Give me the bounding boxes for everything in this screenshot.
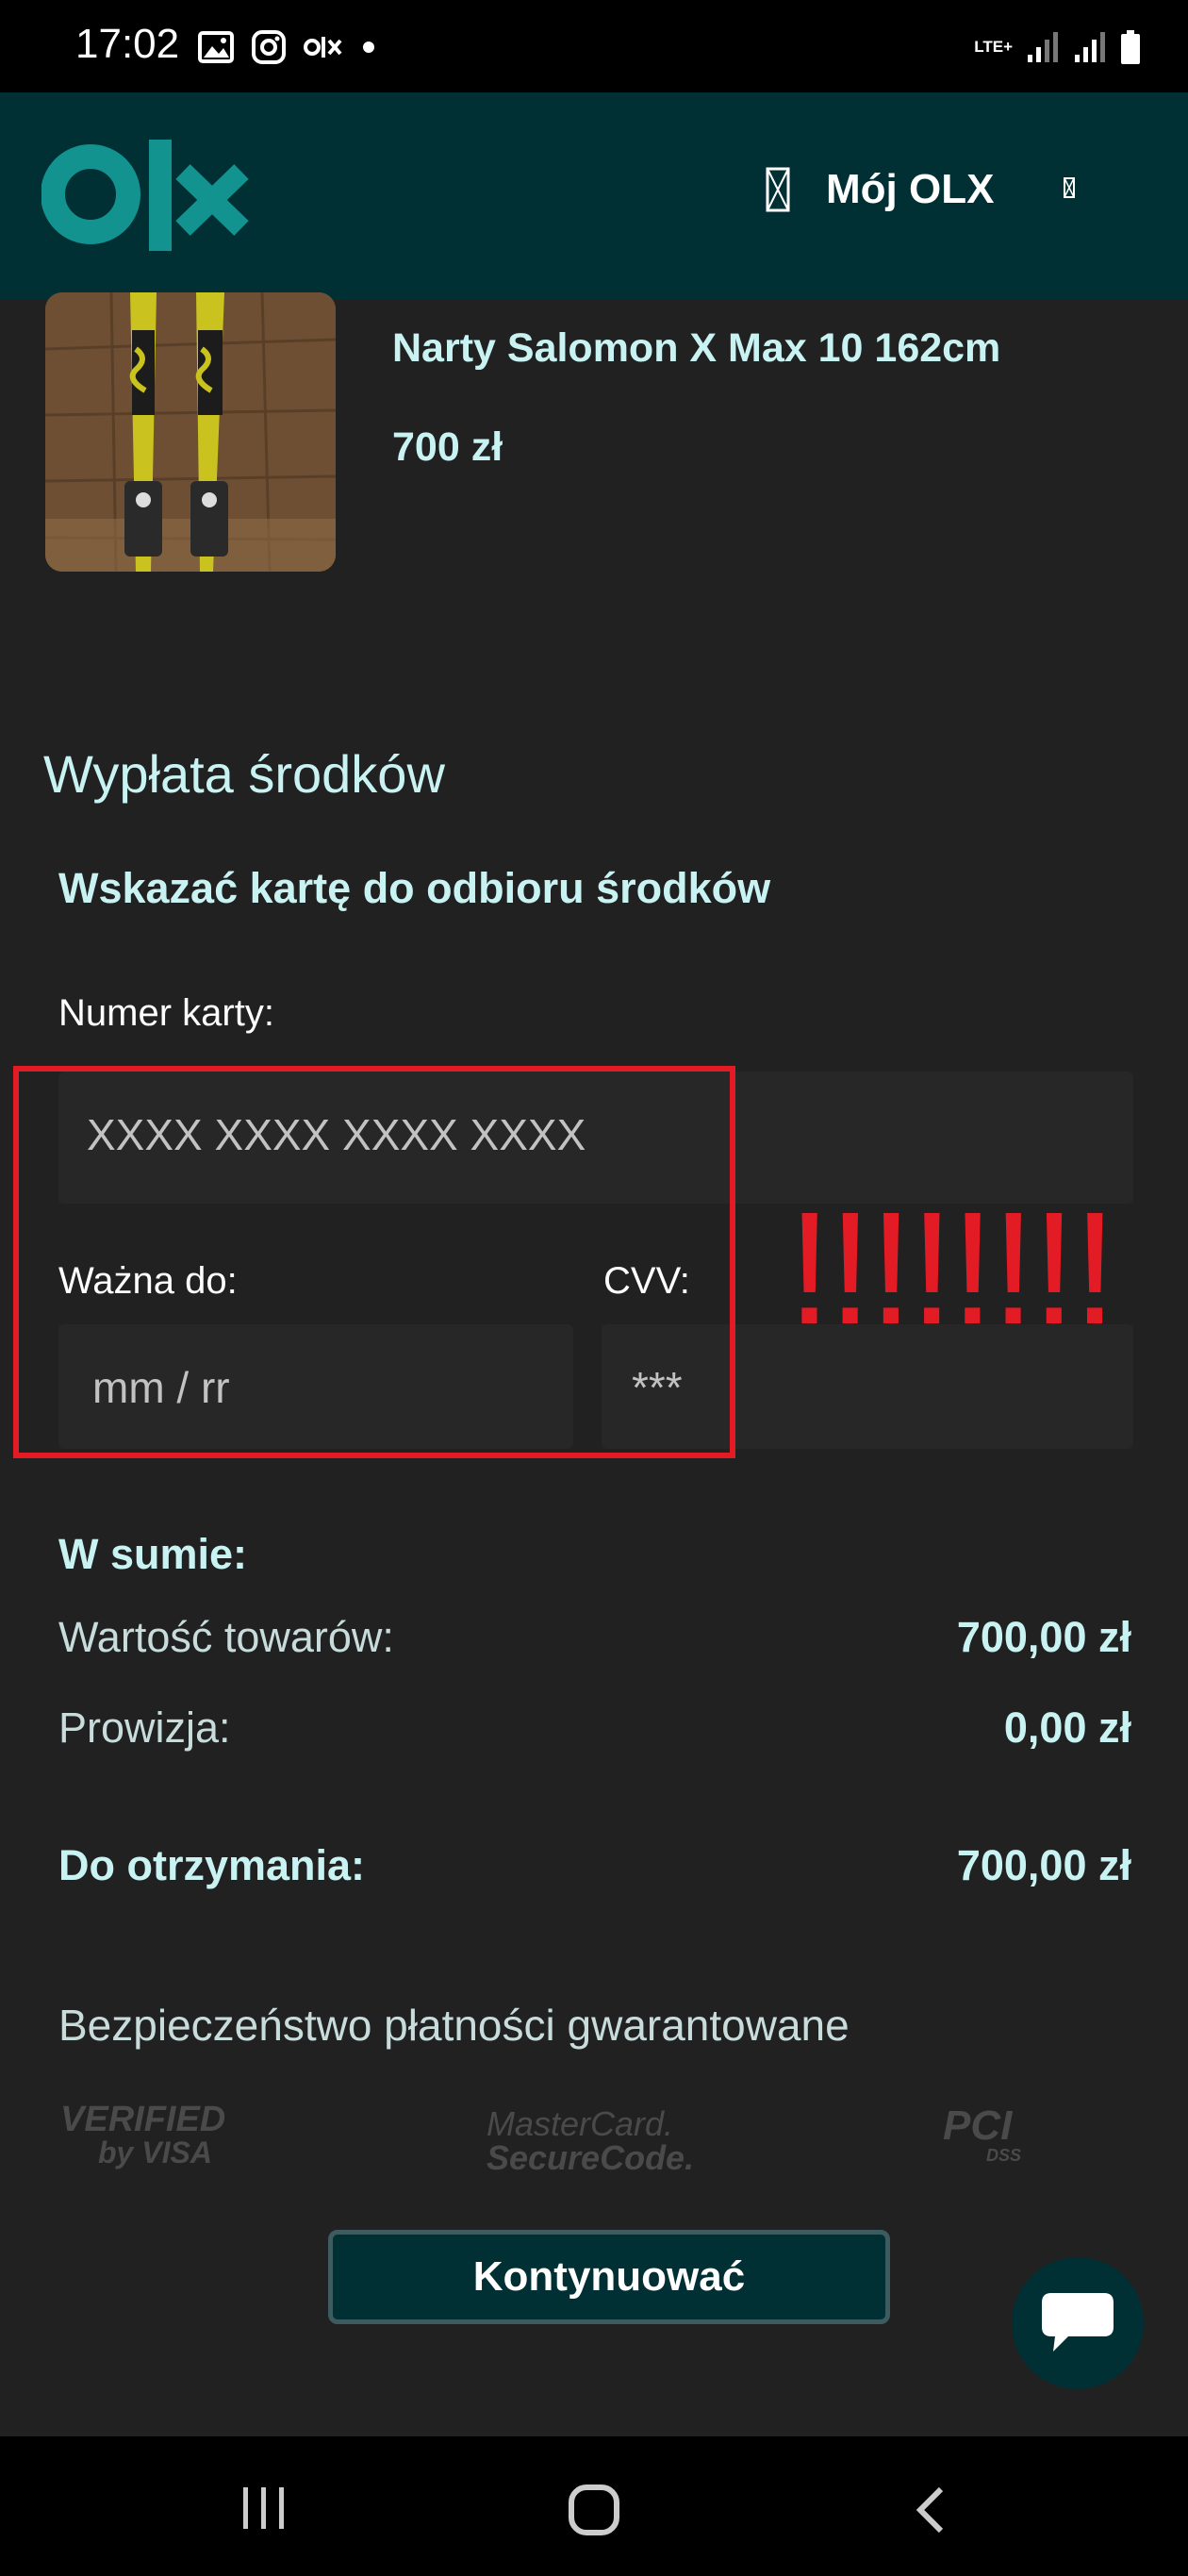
battery-icon: [1121, 30, 1140, 64]
app-header: Mój OLX: [0, 92, 1188, 300]
system-nav-bar: [0, 2436, 1188, 2576]
highlight-frame: [13, 1066, 735, 1458]
recent-apps-icon[interactable]: [239, 2485, 289, 2531]
mastercard-securecode-logo: MasterCard. SecureCode.: [487, 2107, 694, 2175]
pci-dss-logo: PCI DSS: [943, 2102, 1022, 2165]
chat-button[interactable]: [1012, 2257, 1144, 2389]
commission-value: 0,00 zł: [1003, 1703, 1131, 1752]
my-olx-label: Mój OLX: [826, 166, 995, 212]
by-visa-text: by VISA: [98, 2136, 212, 2169]
product-image: [45, 292, 336, 572]
signal-icon: [1075, 32, 1105, 62]
back-icon[interactable]: [913, 2485, 947, 2534]
verified-text: VERIFIED: [60, 2100, 226, 2139]
product-title: Narty Salomon X Max 10 162cm: [392, 325, 1001, 371]
commission-label: Prowizja:: [58, 1703, 231, 1752]
olx-icon: [304, 37, 342, 58]
status-left-icons: [198, 26, 375, 68]
card-number-label: Numer karty:: [58, 992, 274, 1034]
status-bar: 17:02 LTE+: [0, 0, 1188, 92]
total-value: 700,00 zł: [956, 1841, 1131, 1889]
home-icon[interactable]: [568, 2484, 620, 2536]
security-text: Bezpieczeństwo płatności gwarantowane: [58, 2001, 850, 2050]
goods-value: 700,00 zł: [956, 1613, 1131, 1661]
verified-by-visa-logo: VERIFIED by VISA: [60, 2102, 225, 2168]
product-price: 700 zł: [392, 424, 503, 470]
status-right-icons: LTE+: [974, 26, 1141, 68]
chevron-icon[interactable]: [1064, 177, 1075, 198]
gallery-icon: [198, 31, 234, 63]
chat-icon: [1042, 2293, 1114, 2352]
network-type: LTE+: [974, 38, 1013, 56]
mastercard-text: MasterCard.: [487, 2104, 674, 2143]
goods-value-label: Wartość towarów:: [58, 1613, 394, 1661]
my-olx-link[interactable]: Mój OLX: [766, 163, 994, 216]
dot-icon: [363, 42, 374, 53]
continue-button[interactable]: Kontynuować: [328, 2230, 890, 2324]
user-icon: [766, 167, 790, 212]
signal-icon: [1028, 32, 1058, 62]
summary-title: W sumie:: [58, 1530, 248, 1578]
total-label: Do otrzymania:: [58, 1841, 366, 1889]
status-time: 17:02: [75, 21, 180, 67]
pci-text: PCI: [943, 2102, 1013, 2149]
instagram-icon: [252, 30, 286, 64]
olx-logo[interactable]: [41, 138, 251, 255]
card-subtitle: Wskazać kartę do odbioru środków: [58, 864, 771, 912]
exclamation-annotation: !!!!!!!!: [787, 1179, 1117, 1358]
section-title: Wypłata środków: [43, 744, 445, 804]
securecode-text: SecureCode.: [487, 2138, 695, 2177]
dss-text: DSS: [986, 2146, 1022, 2165]
